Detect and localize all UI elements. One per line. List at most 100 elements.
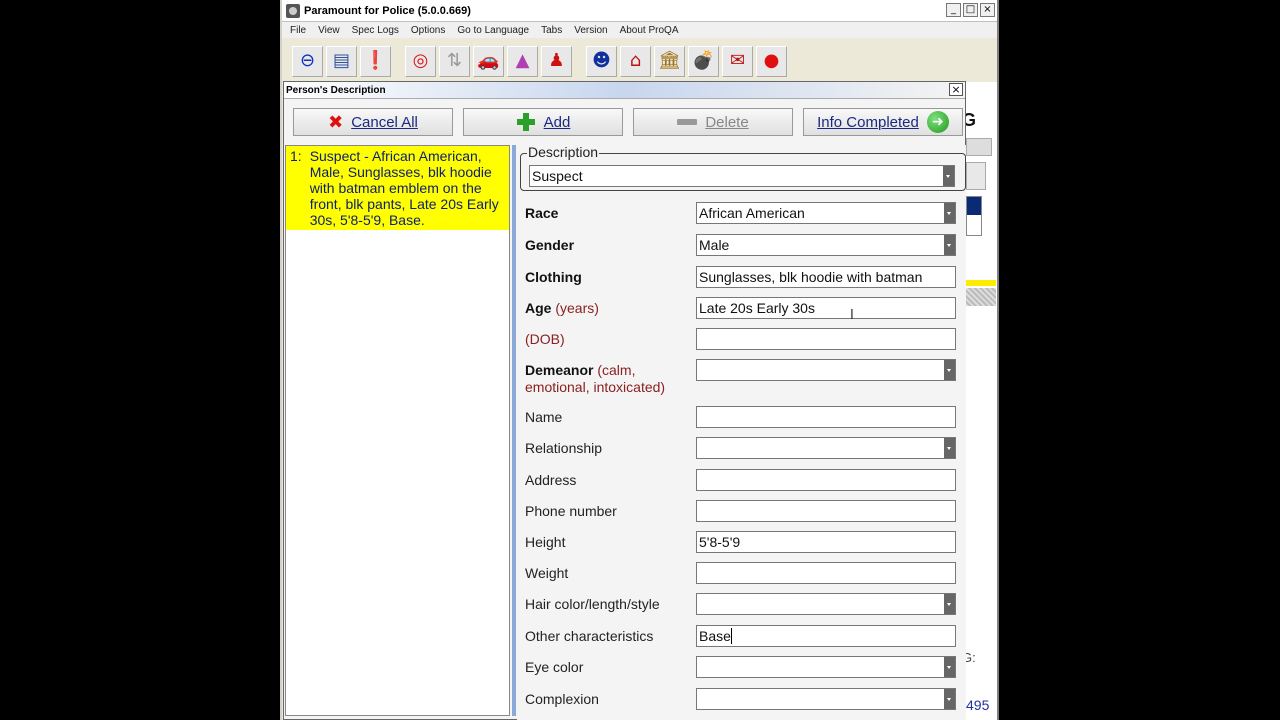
bank-button[interactable]: 🏛 [654, 45, 685, 77]
other-input[interactable]: Base [696, 625, 956, 647]
eye-select[interactable] [696, 656, 956, 678]
clothing-input[interactable]: Sunglasses, blk hoodie with batman [696, 266, 956, 288]
eye-row: Eye color [525, 656, 959, 681]
mail-button[interactable]: ✉ [722, 45, 753, 77]
dropdown-arrow-icon[interactable] [944, 594, 955, 614]
alert-document-icon: ❗ [364, 50, 387, 71]
delete-button[interactable]: Delete [633, 108, 793, 136]
menu-options[interactable]: Options [411, 25, 445, 36]
dropdown-arrow-icon[interactable] [944, 203, 955, 223]
menu-view[interactable]: View [318, 25, 340, 36]
plus-icon [516, 112, 536, 132]
race-label: Race [525, 205, 559, 221]
stop-button[interactable]: ⊖ [292, 45, 323, 77]
menu-spec-logs[interactable]: Spec Logs [352, 25, 399, 36]
hair-row: Hair color/length/style [525, 593, 959, 618]
clothing-label: Clothing [525, 269, 582, 285]
arrow-right-icon: ➜ [926, 111, 949, 133]
cone-icon: ▲ [515, 50, 530, 71]
splitter[interactable] [512, 145, 516, 716]
cone-button[interactable]: ▲ [507, 45, 538, 77]
text-caret [730, 628, 732, 644]
document-button[interactable]: ▤ [326, 45, 357, 77]
dropdown-arrow-icon[interactable] [943, 166, 954, 186]
dropdown-arrow-icon[interactable] [944, 360, 955, 380]
toolbar: ⊖ ▤ ❗ ◎ ⇅ 🚗 ▲ ♟ ☻ ⌂ 🏛 💣 ✉ ● [282, 40, 997, 82]
bomb-button[interactable]: 💣 [688, 45, 719, 77]
relationship-select[interactable] [696, 437, 956, 459]
dob-label: (DOB) [525, 331, 565, 347]
minus-icon [677, 119, 698, 125]
description-value: Suspect [532, 168, 583, 184]
dialog-close-button[interactable]: × [949, 83, 963, 96]
complexion-select[interactable] [696, 688, 956, 710]
relationship-label: Relationship [525, 440, 603, 456]
menu-version[interactable]: Version [574, 25, 607, 36]
name-label: Name [525, 409, 563, 425]
gender-row: Gender Male [525, 234, 959, 259]
clothing-row: Clothing Sunglasses, blk hoodie with bat… [525, 266, 959, 291]
person-list[interactable]: 1: Suspect - African American, Male, Sun… [285, 145, 510, 716]
car-button[interactable]: 🚗 [473, 45, 504, 77]
name-input[interactable] [696, 406, 956, 428]
hair-select[interactable] [696, 593, 956, 615]
description-group: Description Suspect [520, 144, 966, 191]
background-tab [966, 138, 992, 156]
menu-go-to-language[interactable]: Go to Language [457, 25, 529, 36]
list-item[interactable]: 1: Suspect - African American, Male, Sun… [286, 146, 509, 230]
other-row: Other characteristics Base [525, 625, 959, 650]
cancel-all-button[interactable]: ✖ Cancel All [293, 108, 453, 136]
close-button[interactable]: × [980, 3, 995, 17]
car-icon: 🚗 [477, 50, 500, 71]
target-button[interactable]: ◎ [405, 45, 436, 77]
app-icon [286, 3, 300, 18]
dob-input[interactable] [696, 328, 956, 350]
person-button[interactable]: ♟ [541, 45, 572, 77]
gender-select[interactable]: Male [696, 234, 956, 256]
dropdown-arrow-icon[interactable] [944, 235, 955, 255]
weight-row: Weight [525, 562, 959, 587]
cancel-all-label: Cancel All [351, 113, 418, 131]
action-bar: ✖ Cancel All Add Delete Info Completed ➜ [293, 108, 963, 136]
address-label: Address [525, 472, 577, 488]
clothing-value: Sunglasses, blk hoodie with batman [699, 269, 923, 285]
weight-input[interactable] [696, 562, 956, 584]
dialog-title-bar: Person's Description × [284, 82, 965, 99]
phone-row: Phone number [525, 500, 959, 525]
dropdown-arrow-icon[interactable] [944, 657, 955, 677]
maximize-button[interactable]: □ [963, 3, 978, 17]
dropdown-arrow-icon[interactable] [944, 689, 955, 709]
name-row: Name [525, 406, 959, 431]
house-button[interactable]: ⌂ [620, 45, 651, 77]
background-hatch [966, 288, 996, 306]
minimize-button[interactable]: _ [946, 3, 961, 17]
suspect-face-button[interactable]: ☻ [586, 45, 617, 77]
menu-tabs[interactable]: Tabs [541, 25, 562, 36]
alert-document-button[interactable]: ❗ [360, 45, 391, 77]
race-value: African American [699, 205, 805, 221]
height-label: Height [525, 534, 566, 550]
demeanor-row: Demeanor (calm, emotional, intoxicated) [525, 359, 959, 395]
menu-about-proqa[interactable]: About ProQA [620, 25, 679, 36]
dropdown-arrow-icon[interactable] [944, 438, 955, 458]
description-select[interactable]: Suspect [529, 165, 955, 187]
demeanor-select[interactable] [696, 359, 956, 381]
gender-value: Male [699, 237, 730, 253]
address-input[interactable] [696, 469, 956, 491]
age-input[interactable]: Late 20s Early 30s [696, 297, 956, 319]
relationship-row: Relationship [525, 437, 959, 462]
bank-icon: 🏛 [658, 50, 681, 71]
add-button[interactable]: Add [463, 108, 623, 136]
height-input[interactable]: 5'8-5'9 [696, 531, 956, 553]
phone-input[interactable] [696, 500, 956, 522]
address-row: Address [525, 469, 959, 494]
x-icon: ✖ [328, 111, 344, 133]
race-select[interactable]: African American [696, 202, 956, 224]
other-label: Other characteristics [525, 628, 654, 644]
up-down-arrows-button[interactable]: ⇅ [439, 45, 470, 77]
menu-file[interactable]: File [290, 25, 306, 36]
info-completed-button[interactable]: Info Completed ➜ [803, 108, 963, 136]
record-button[interactable]: ● [756, 45, 787, 77]
window-controls: _ □ × [946, 3, 995, 17]
delete-label: Delete [705, 113, 749, 131]
